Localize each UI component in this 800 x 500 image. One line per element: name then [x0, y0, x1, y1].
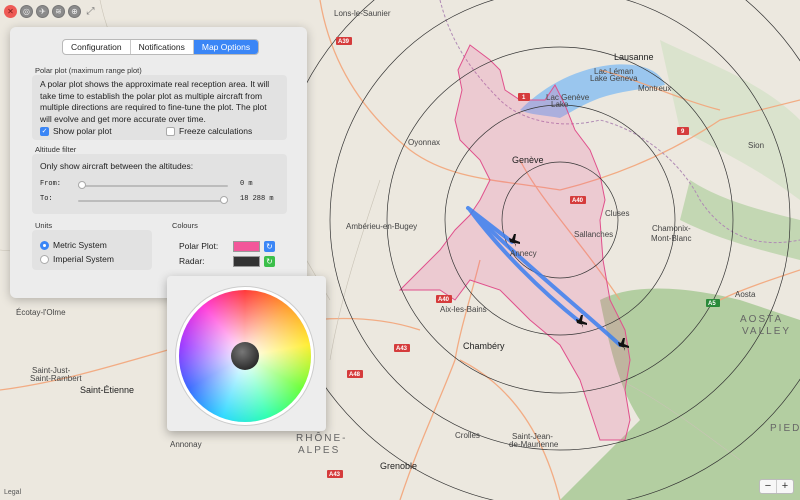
- tab-configuration[interactable]: Configuration: [63, 40, 131, 54]
- polar-colour-label: Polar Plot:: [179, 241, 219, 251]
- colours-section-title: Colours: [172, 221, 198, 230]
- tab-bar: Configuration Notifications Map Options: [62, 39, 260, 55]
- reset-icon: ↻: [266, 257, 273, 266]
- label-lake: Lake: [551, 100, 569, 109]
- reset-icon: ↻: [266, 242, 273, 251]
- svg-text:A43: A43: [329, 472, 341, 478]
- label-amberieu: Ambérieu-en-Bugey: [346, 222, 417, 231]
- label-sallanches: Sallanches: [574, 230, 613, 239]
- label-geneve: Genève: [512, 155, 544, 165]
- label-annecy: Annecy: [510, 249, 537, 258]
- label-cluses: Cluses: [605, 209, 629, 218]
- show-polar-checkbox[interactable]: ✓ Show polar plot: [40, 126, 112, 136]
- radar-colour-label: Radar:: [179, 256, 205, 266]
- radio-unselected-icon: [40, 254, 49, 264]
- label-grenoble: Grenoble: [380, 461, 417, 471]
- radio-selected-icon: [40, 240, 49, 250]
- svg-text:A40: A40: [438, 297, 450, 303]
- label-aosta-valley-1: AOSTA: [740, 314, 783, 325]
- label-piedmont: PIED: [770, 423, 800, 434]
- altitude-section-box: Only show aircraft between the altitudes…: [32, 154, 287, 214]
- svg-text:A43: A43: [396, 346, 408, 352]
- units-section-title: Units: [35, 221, 53, 230]
- polar-colour-swatch[interactable]: [233, 241, 260, 252]
- label-lausanne: Lausanne: [614, 52, 654, 62]
- altitude-description: Only show aircraft between the altitudes…: [40, 161, 194, 171]
- to-value: 18 288 m: [240, 195, 274, 203]
- label-lons: Lons-le-Saunier: [334, 9, 391, 18]
- colour-wheel[interactable]: [179, 290, 311, 422]
- label-ecotay: Écotay-l'Olme: [16, 308, 66, 317]
- label-chambery: Chambéry: [463, 341, 505, 351]
- label-rhone-2: ALPES: [298, 445, 340, 456]
- freeze-calculations-checkbox[interactable]: Freeze calculations: [166, 126, 252, 136]
- tab-notifications[interactable]: Notifications: [131, 40, 194, 54]
- imperial-radio[interactable]: Imperial System: [40, 254, 114, 264]
- svg-text:A39: A39: [338, 39, 350, 45]
- label-oyonnax: Oyonnax: [408, 138, 440, 147]
- expand-icon[interactable]: ⤢: [84, 5, 97, 18]
- polar-section-title: Polar plot (maximum range plot): [35, 66, 142, 75]
- zoom-in-button[interactable]: +: [777, 480, 793, 493]
- svg-text:A5: A5: [708, 301, 716, 307]
- label-montblanc: Mont-Blanc: [651, 234, 691, 243]
- svg-text:A40: A40: [572, 198, 584, 204]
- label-aix: Aix-les-Bains: [440, 305, 487, 314]
- layers-icon[interactable]: ≋: [52, 5, 65, 18]
- to-slider[interactable]: [78, 196, 228, 204]
- window-toolbar: ✕ ◎ ✈ ≋ ⊕ ⤢: [4, 5, 97, 18]
- label-crolles: Crolles: [455, 431, 480, 440]
- polar-colour-reset-button[interactable]: ↻: [264, 241, 275, 252]
- label-sion: Sion: [748, 141, 764, 150]
- from-slider[interactable]: [78, 181, 228, 189]
- checkbox-checked-icon: ✓: [40, 126, 49, 136]
- label-saint-etienne: Saint-Étienne: [80, 385, 134, 395]
- tab-map-options[interactable]: Map Options: [193, 40, 259, 54]
- colour-picker-popover: [167, 276, 326, 431]
- polar-section-box: A polar plot shows the approximate real …: [32, 75, 287, 140]
- altitude-section-title: Altitude filter: [35, 145, 77, 154]
- from-value: 0 m: [240, 180, 253, 188]
- label-annonay: Annonay: [170, 440, 202, 449]
- brightness-knob[interactable]: [231, 342, 259, 370]
- to-label: To:: [40, 195, 53, 203]
- from-slider-knob[interactable]: [78, 181, 86, 189]
- label-rhone-1: RHÔNE-: [296, 431, 347, 444]
- radar-icon[interactable]: ◎: [20, 5, 33, 18]
- label-lake-geneva: Lake Geneva: [590, 74, 638, 83]
- zoom-out-button[interactable]: −: [760, 480, 777, 493]
- radar-colour-swatch[interactable]: [233, 256, 260, 267]
- polar-description: A polar plot shows the approximate real …: [40, 79, 270, 124]
- from-label: From:: [40, 180, 62, 188]
- label-aosta: Aosta: [735, 290, 756, 299]
- metric-radio[interactable]: Metric System: [40, 240, 107, 250]
- label-saint-just-2: Saint-Rambert: [30, 374, 82, 383]
- to-slider-knob[interactable]: [220, 196, 228, 204]
- label-aosta-valley-2: VALLEY: [742, 326, 791, 337]
- close-button[interactable]: ✕: [4, 5, 17, 18]
- globe-icon[interactable]: ⊕: [68, 5, 81, 18]
- zoom-control: − +: [759, 479, 794, 494]
- checkbox-unchecked-icon: [166, 126, 175, 136]
- aircraft-icon[interactable]: ✈: [36, 5, 49, 18]
- radar-colour-reset-button[interactable]: ↻: [264, 256, 275, 267]
- units-section-box: Metric System Imperial System: [32, 230, 152, 270]
- legal-link[interactable]: Legal: [4, 489, 21, 496]
- close-icon: ✕: [7, 7, 14, 16]
- label-chamonix: Chamonix-: [652, 224, 691, 233]
- label-montreux: Montreux: [638, 84, 671, 93]
- settings-panel: Configuration Notifications Map Options …: [10, 27, 307, 298]
- label-saint-jean-2: de-Maurienne: [509, 440, 559, 449]
- svg-text:A48: A48: [349, 372, 361, 378]
